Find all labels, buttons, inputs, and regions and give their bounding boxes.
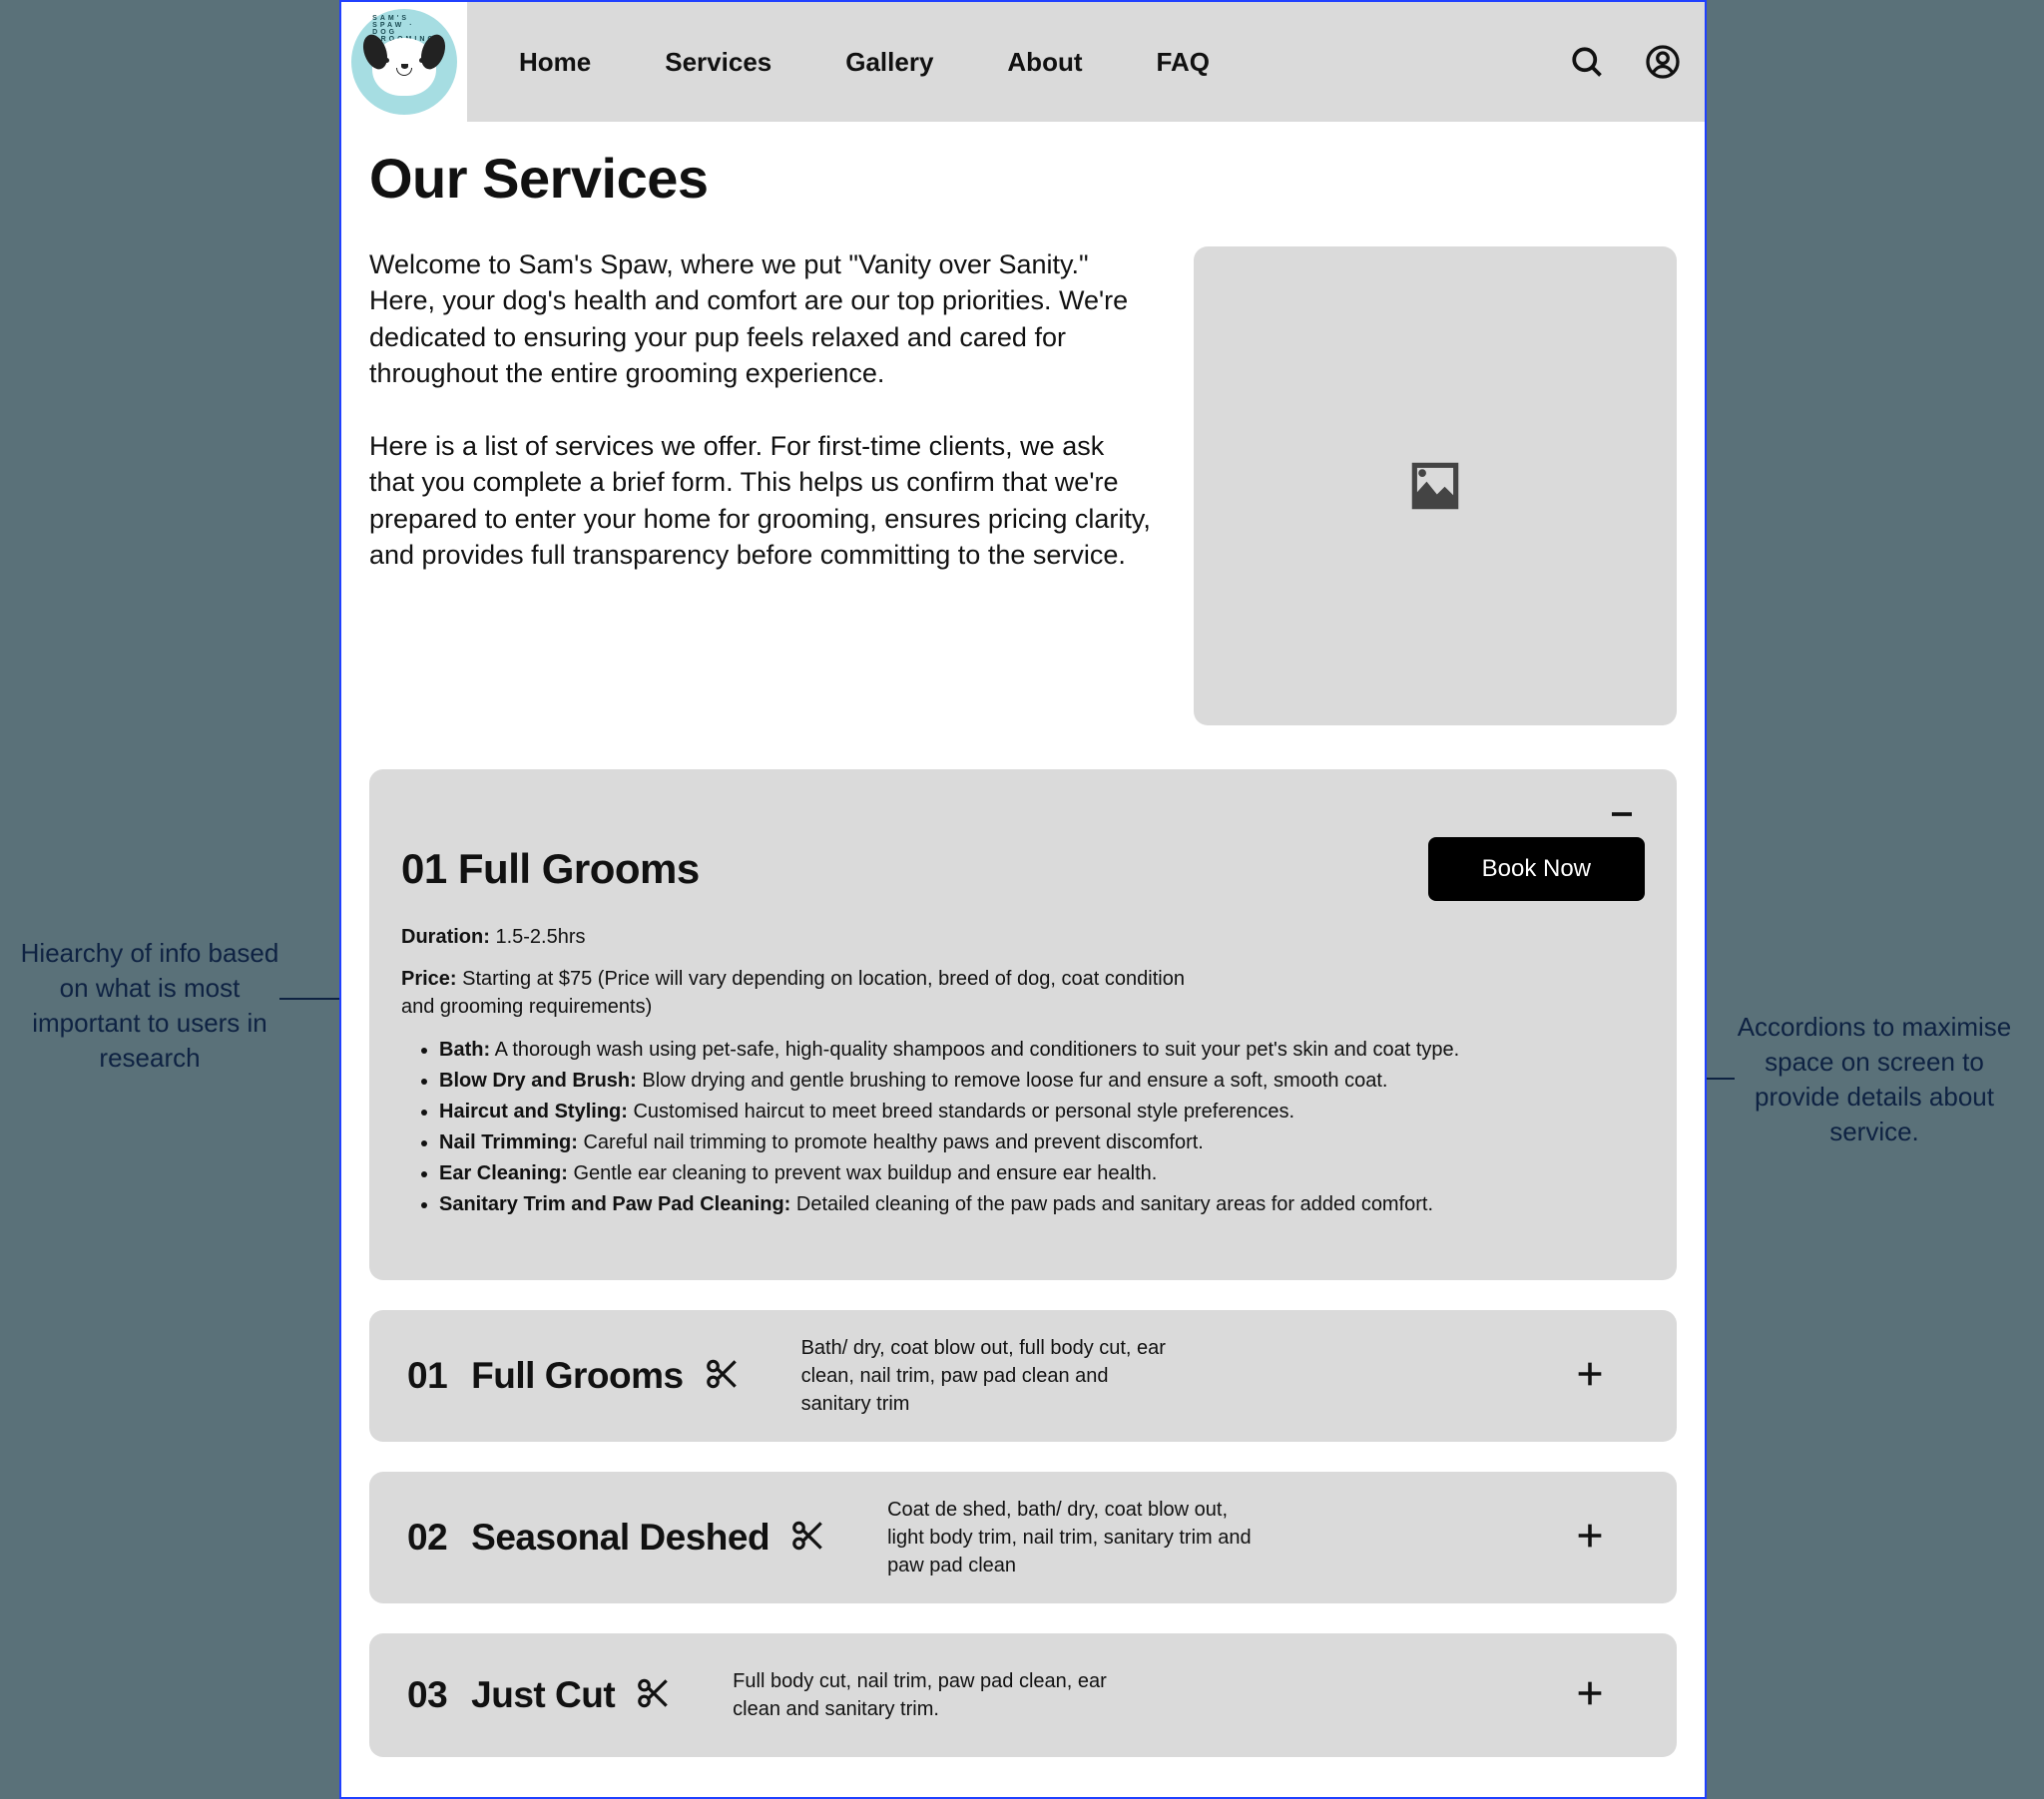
- header-actions: [1569, 44, 1681, 80]
- accordion-number: 01: [407, 1355, 447, 1397]
- list-item: Blow Dry and Brush: Blow drying and gent…: [439, 1066, 1645, 1097]
- book-now-button[interactable]: Book Now: [1428, 837, 1645, 901]
- collapse-icon[interactable]: [1607, 799, 1637, 834]
- accordion-summary: Bath/ dry, coat blow out, full body cut,…: [801, 1334, 1181, 1418]
- duration-line: Duration: 1.5-2.5hrs: [401, 923, 1220, 951]
- accordion-number: 03: [407, 1674, 447, 1716]
- intro-text: Welcome to Sam's Spaw, where we put "Van…: [369, 246, 1154, 725]
- list-item: Ear Cleaning: Gentle ear cleaning to pre…: [439, 1158, 1645, 1189]
- page-title: Our Services: [369, 146, 1677, 211]
- nav-gallery[interactable]: Gallery: [845, 47, 933, 78]
- service-detail-list: Bath: A thorough wash using pet-safe, hi…: [401, 1035, 1645, 1220]
- list-item: Bath: A thorough wash using pet-safe, hi…: [439, 1035, 1645, 1066]
- account-icon[interactable]: [1645, 44, 1681, 80]
- price-label: Price:: [401, 968, 457, 990]
- intro-section: Welcome to Sam's Spaw, where we put "Van…: [369, 246, 1677, 725]
- logo-dog-icon: [372, 38, 436, 96]
- scissors-icon: [789, 1517, 827, 1560]
- nav-home[interactable]: Home: [519, 47, 591, 78]
- expanded-title: 01 Full Grooms: [401, 845, 700, 893]
- expand-icon[interactable]: [1573, 1676, 1607, 1715]
- annotation-accordions: Accordions to maximise space on screen t…: [1725, 1010, 2024, 1149]
- primary-nav: Home Services Gallery About FAQ: [519, 47, 1210, 78]
- duration-label: Duration:: [401, 926, 490, 948]
- browser-frame: SAM'S SPAW · DOG GROOMING Home Services …: [339, 0, 1707, 1799]
- nav-about[interactable]: About: [1007, 47, 1082, 78]
- price-value: Starting at $75 (Price will vary dependi…: [401, 968, 1185, 1018]
- service-panel-expanded: 01 Full Grooms Book Now Duration: 1.5-2.…: [369, 769, 1677, 1280]
- list-item: Nail Trimming: Careful nail trimming to …: [439, 1127, 1645, 1158]
- accordion-title: Full Grooms: [471, 1355, 683, 1397]
- intro-image-placeholder: [1194, 246, 1677, 725]
- price-line: Price: Starting at $75 (Price will vary …: [401, 965, 1220, 1021]
- intro-paragraph-1: Welcome to Sam's Spaw, where we put "Van…: [369, 246, 1154, 392]
- annotation-hierarchy: Hiearchy of info based on what is most i…: [10, 936, 289, 1076]
- expand-icon[interactable]: [1573, 1519, 1607, 1558]
- list-item: Haircut and Styling: Customised haircut …: [439, 1097, 1645, 1127]
- list-item: Sanitary Trim and Paw Pad Cleaning: Deta…: [439, 1189, 1645, 1220]
- nav-faq[interactable]: FAQ: [1157, 47, 1210, 78]
- search-icon[interactable]: [1569, 44, 1605, 80]
- expand-icon[interactable]: [1573, 1357, 1607, 1396]
- duration-value: 1.5-2.5hrs: [495, 926, 585, 948]
- logo[interactable]: SAM'S SPAW · DOG GROOMING: [341, 2, 467, 122]
- image-placeholder-icon: [1404, 455, 1466, 517]
- accordion-number: 02: [407, 1517, 447, 1559]
- logo-circle: SAM'S SPAW · DOG GROOMING: [351, 9, 457, 115]
- intro-paragraph-2: Here is a list of services we offer. For…: [369, 428, 1154, 574]
- page-content: Our Services Welcome to Sam's Spaw, wher…: [341, 122, 1705, 1757]
- accordion-summary: Coat de shed, bath/ dry, coat blow out, …: [887, 1496, 1267, 1579]
- nav-services[interactable]: Services: [665, 47, 771, 78]
- scissors-icon: [635, 1674, 673, 1717]
- accordion-seasonal-deshed[interactable]: 02 Seasonal Deshed Coat de shed, bath/ d…: [369, 1472, 1677, 1603]
- accordion-title: Just Cut: [471, 1674, 615, 1716]
- accordion-just-cut[interactable]: 03 Just Cut Full body cut, nail trim, pa…: [369, 1633, 1677, 1757]
- scissors-icon: [704, 1355, 742, 1398]
- accordion-full-grooms[interactable]: 01 Full Grooms Bath/ dry, coat blow out,…: [369, 1310, 1677, 1442]
- accordion-title: Seasonal Deshed: [471, 1517, 769, 1559]
- accordion-summary: Full body cut, nail trim, paw pad clean,…: [733, 1667, 1112, 1723]
- site-header: SAM'S SPAW · DOG GROOMING Home Services …: [341, 2, 1705, 122]
